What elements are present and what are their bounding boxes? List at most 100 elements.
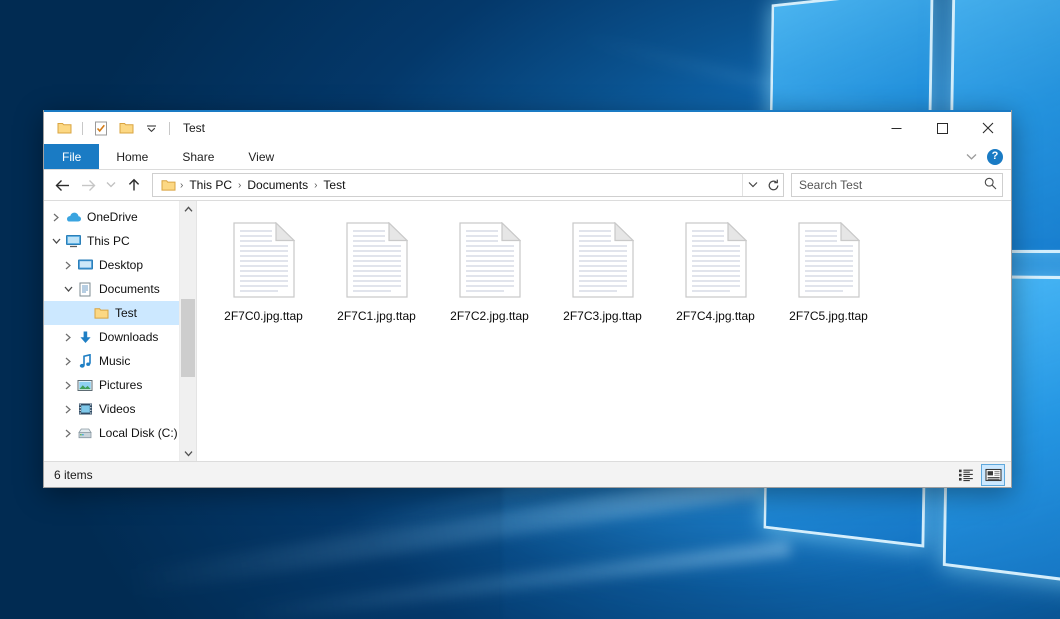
minimize-button[interactable] <box>873 112 919 144</box>
tab-home[interactable]: Home <box>99 144 165 169</box>
sidebar-item-label: Test <box>115 306 137 320</box>
sidebar-item-label: Documents <box>99 282 160 296</box>
search-input[interactable] <box>797 177 984 193</box>
file-item[interactable]: 2F7C4.jpg.ttap <box>659 213 772 329</box>
chevron-right-icon[interactable] <box>60 329 76 345</box>
cloud-icon <box>64 209 82 225</box>
tab-share[interactable]: Share <box>165 144 231 169</box>
sidebar-item-test[interactable]: Test <box>44 301 196 325</box>
chevron-down-icon[interactable] <box>743 174 763 196</box>
status-bar: 6 items <box>44 461 1011 487</box>
title-bar: Test <box>44 112 1011 144</box>
search-box[interactable] <box>791 173 1003 197</box>
folder-icon <box>92 305 110 321</box>
chevron-right-icon[interactable] <box>60 353 76 369</box>
file-explorer-window: Test File Home Share View <box>43 110 1012 488</box>
chevron-down-icon[interactable] <box>60 281 76 297</box>
breadcrumb-item-this-pc[interactable]: This PC <box>185 177 236 193</box>
chevron-right-icon[interactable] <box>48 209 64 225</box>
large-icons-view-button[interactable] <box>981 464 1005 486</box>
file-name: 2F7C2.jpg.ttap <box>450 309 529 323</box>
music-icon <box>76 353 94 369</box>
search-icon[interactable] <box>984 177 997 193</box>
sidebar-item-label: OneDrive <box>87 210 138 224</box>
scroll-down-button[interactable] <box>180 445 196 461</box>
sidebar-item-label: Local Disk (C:) <box>99 426 178 440</box>
toolbar-separator <box>82 122 83 135</box>
scrollbar-thumb[interactable] <box>181 299 195 377</box>
file-item[interactable]: 2F7C0.jpg.ttap <box>207 213 320 329</box>
scrollbar-track[interactable] <box>180 217 196 445</box>
generic-file-icon <box>561 215 645 305</box>
maximize-button[interactable] <box>919 112 965 144</box>
forward-button[interactable] <box>76 173 100 197</box>
sidebar-item-pictures[interactable]: Pictures <box>44 373 196 397</box>
properties-icon[interactable] <box>91 118 111 138</box>
breadcrumb-item-documents[interactable]: Documents <box>243 177 312 193</box>
sidebar-item-label: Desktop <box>99 258 143 272</box>
file-item[interactable]: 2F7C2.jpg.ttap <box>433 213 546 329</box>
sidebar-item-this-pc[interactable]: This PC <box>44 229 196 253</box>
videos-icon <box>76 401 94 417</box>
generic-file-icon <box>448 215 532 305</box>
window-body: OneDrive This PC <box>44 200 1011 461</box>
chevron-right-icon[interactable] <box>60 257 76 273</box>
address-bar-buttons <box>742 174 783 196</box>
tab-view[interactable]: View <box>231 144 291 169</box>
breadcrumb-item-test[interactable]: Test <box>319 177 349 193</box>
desktop-icon <box>76 257 94 273</box>
sidebar-item-label: Pictures <box>99 378 142 392</box>
quick-access-toolbar <box>44 118 173 138</box>
folder-icon[interactable] <box>54 118 74 138</box>
sidebar-item-onedrive[interactable]: OneDrive <box>44 205 196 229</box>
chevron-right-icon[interactable] <box>60 401 76 417</box>
generic-file-icon <box>222 215 306 305</box>
chevron-down-icon[interactable] <box>963 149 979 165</box>
sidebar-item-label: This PC <box>87 234 130 248</box>
help-button[interactable]: ? <box>987 149 1003 165</box>
toolbar-separator <box>169 122 170 135</box>
generic-file-icon <box>335 215 419 305</box>
window-controls <box>873 112 1011 144</box>
view-toggle-group <box>954 464 1005 486</box>
sidebar-item-label: Music <box>99 354 130 368</box>
tab-file[interactable]: File <box>44 144 99 169</box>
sidebar-item-label: Videos <box>99 402 135 416</box>
navigation-scrollbar[interactable] <box>179 201 196 461</box>
navigation-pane: OneDrive This PC <box>44 201 197 461</box>
file-grid: 2F7C0.jpg.ttap 2F7C1.j <box>207 213 1011 329</box>
generic-file-icon <box>787 215 871 305</box>
new-folder-icon[interactable] <box>116 118 136 138</box>
chevron-down-icon[interactable] <box>48 233 64 249</box>
close-button[interactable] <box>965 112 1011 144</box>
breadcrumb-separator: › <box>179 180 184 191</box>
file-item[interactable]: 2F7C1.jpg.ttap <box>320 213 433 329</box>
chevron-right-icon[interactable] <box>60 425 76 441</box>
file-item[interactable]: 2F7C5.jpg.ttap <box>772 213 885 329</box>
details-view-button[interactable] <box>954 464 978 486</box>
address-input[interactable]: › This PC › Documents › Test <box>152 173 784 197</box>
file-name: 2F7C1.jpg.ttap <box>337 309 416 323</box>
back-button[interactable] <box>50 173 74 197</box>
scroll-up-button[interactable] <box>180 201 196 217</box>
recent-locations-button[interactable] <box>102 173 120 197</box>
file-name: 2F7C5.jpg.ttap <box>789 309 868 323</box>
ribbon-right-controls: ? <box>963 144 1011 169</box>
file-list-view[interactable]: 2F7C0.jpg.ttap 2F7C1.j <box>197 201 1011 461</box>
ribbon-tab-bar: File Home Share View ? <box>44 144 1011 170</box>
chevron-right-icon[interactable] <box>60 377 76 393</box>
up-button[interactable] <box>122 173 146 197</box>
sidebar-item-local-disk-c[interactable]: Local Disk (C:) <box>44 421 196 445</box>
refresh-icon[interactable] <box>763 174 783 196</box>
navigation-tree: OneDrive This PC <box>44 201 196 445</box>
desktop: Test File Home Share View <box>0 0 1060 619</box>
sidebar-item-videos[interactable]: Videos <box>44 397 196 421</box>
window-title: Test <box>183 121 205 135</box>
sidebar-item-music[interactable]: Music <box>44 349 196 373</box>
sidebar-item-documents[interactable]: Documents <box>44 277 196 301</box>
file-item[interactable]: 2F7C3.jpg.ttap <box>546 213 659 329</box>
chevron-down-icon[interactable] <box>141 118 161 138</box>
sidebar-item-label: Downloads <box>99 330 158 344</box>
sidebar-item-downloads[interactable]: Downloads <box>44 325 196 349</box>
sidebar-item-desktop[interactable]: Desktop <box>44 253 196 277</box>
